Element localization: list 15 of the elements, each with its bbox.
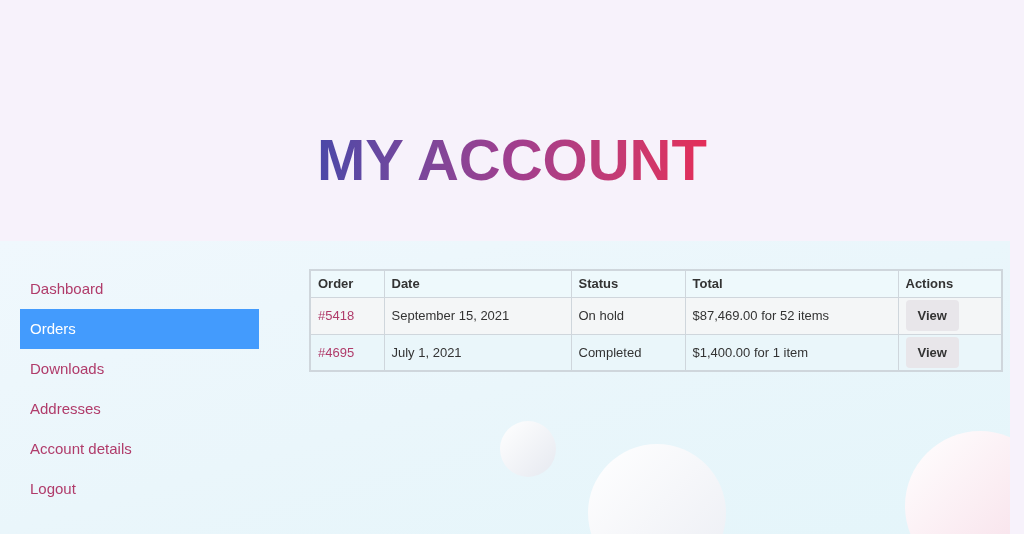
nav-link[interactable]: Downloads bbox=[20, 349, 259, 389]
nav-link[interactable]: Dashboard bbox=[20, 269, 259, 309]
nav-link[interactable]: Addresses bbox=[20, 389, 259, 429]
table-cell: September 15, 2021 bbox=[384, 297, 571, 334]
view-button[interactable]: View bbox=[905, 336, 959, 368]
column-header: Order bbox=[310, 270, 384, 297]
view-button[interactable]: View bbox=[905, 299, 959, 332]
nav-link[interactable]: Orders bbox=[20, 309, 259, 349]
column-header: Date bbox=[384, 270, 571, 297]
nav-link[interactable]: Account details bbox=[20, 429, 259, 469]
nav-link[interactable]: Logout bbox=[20, 469, 259, 509]
column-header: Status bbox=[571, 270, 685, 297]
table-cell: $87,469.00 for 52 items bbox=[685, 297, 898, 334]
column-header: Total bbox=[685, 270, 898, 297]
table-cell: On hold bbox=[571, 297, 685, 334]
